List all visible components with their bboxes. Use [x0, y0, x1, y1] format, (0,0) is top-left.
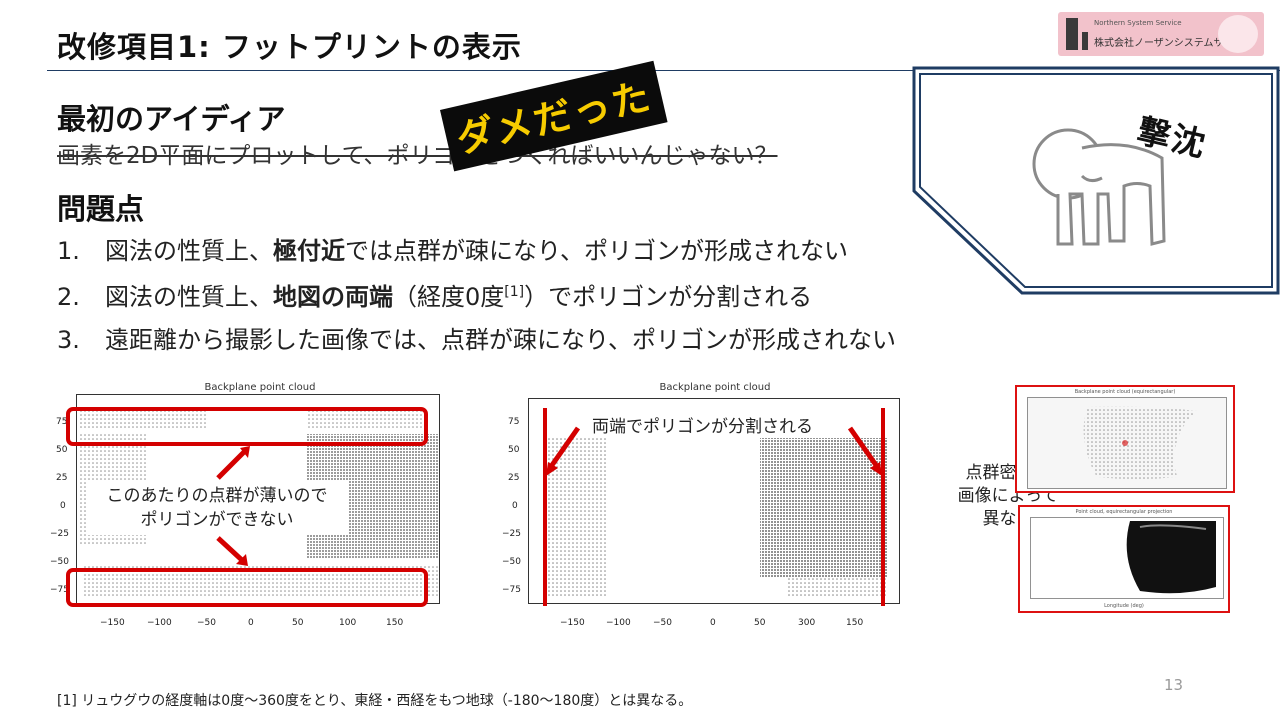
y-tick-label: 75: [508, 417, 520, 427]
problem-text: ）でポリゴンが分割される: [524, 283, 813, 311]
y-tick-label: 0: [512, 501, 518, 511]
problem-text: 遠距離から撮影した画像では、点群が疎になり、ポリゴンが形成されない: [105, 326, 897, 354]
x-tick-label: 100: [339, 618, 357, 628]
page-number: 13: [1164, 676, 1184, 694]
problem-number: 1.: [57, 237, 80, 265]
problem-text: （経度0度: [393, 283, 505, 311]
x-tick-label: 0: [710, 618, 716, 628]
x-tick-label: −50: [197, 618, 216, 628]
y-tick-label: −75: [502, 585, 521, 595]
callout-line: このあたりの点群が薄いので: [106, 486, 328, 506]
y-tick-label: 25: [508, 473, 520, 483]
problem-item-3: 3. 遠距離から撮影した画像では、点群が疎になり、ポリゴンが形成されない: [57, 320, 896, 355]
x-tick-label: 150: [846, 618, 864, 628]
idea-struck-text: 画素を2D平面にプロットして、ポリゴンをつくればいいんじゃない？: [57, 143, 778, 169]
mini-plot-bottom: Point cloud, equirectangular projection …: [1018, 505, 1230, 613]
y-tick-label: −50: [502, 557, 521, 567]
split-polygon-callout: 両端でポリゴンが分割される: [588, 412, 817, 437]
problem-item-1: 1. 図法の性質上、極付近では点群が疎になり、ポリゴンが形成されない: [57, 231, 848, 266]
problem-text: 図法の性質上、: [105, 237, 273, 265]
problem-text: では点群が疎になり、ポリゴンが形成されない: [345, 237, 849, 265]
company-logo: Northern System Service 株式会社ノーザンシステムサービス: [1058, 12, 1264, 56]
x-tick-label: −100: [147, 618, 172, 628]
plot-title: Backplane point cloud: [659, 382, 771, 393]
problem-number: 2.: [57, 283, 80, 311]
problems-heading: 問題点: [57, 192, 145, 226]
x-tick-label: −150: [560, 618, 585, 628]
logo-mark-icon-secondary: [1082, 32, 1088, 50]
problem-item-2: 2. 図法の性質上、地図の両端（経度0度[1]）でポリゴンが分割される: [57, 277, 812, 312]
problem-emphasis: 地図の両端: [273, 283, 393, 311]
x-tick-label: 300: [798, 618, 816, 628]
illustration-panel: [912, 66, 1280, 295]
y-tick-label: −25: [502, 529, 521, 539]
plot-title: Backplane point cloud: [204, 382, 316, 393]
footnote: [1] リュウグウの経度軸は0度〜360度をとり、東経・西経をもつ地球（-180…: [57, 693, 693, 709]
mini-plot-title: Backplane point cloud (equirectangular): [1074, 389, 1176, 395]
callout-line: ポリゴンができない: [140, 510, 294, 530]
problem-text: 図法の性質上、: [105, 283, 273, 311]
logo-subtext: Northern System Service: [1094, 19, 1182, 27]
mascot-icon: [1218, 15, 1258, 53]
slide-title: 改修項目1: フットプリントの表示: [57, 30, 522, 64]
x-tick-label: 0: [248, 618, 254, 628]
mini-plot-title: Point cloud, equirectangular projection: [1075, 509, 1173, 515]
x-tick-label: 50: [754, 618, 766, 628]
idea-heading: 最初のアイディア: [57, 102, 286, 136]
sparse-points-callout: このあたりの点群が薄いので ポリゴンができない: [86, 481, 348, 535]
x-tick-label: 150: [386, 618, 404, 628]
mini-plot-top: Backplane point cloud (equirectangular): [1015, 385, 1235, 493]
mini-plot-xlabel: Longitude (deg): [1104, 603, 1144, 609]
x-tick-label: −100: [606, 618, 631, 628]
x-tick-label: −150: [100, 618, 125, 628]
footnote-ref[interactable]: [1]: [504, 284, 524, 300]
y-tick-label: 50: [508, 445, 520, 455]
mini-plot-area: [1027, 397, 1227, 489]
logo-mark-icon: [1066, 18, 1078, 50]
problem-number: 3.: [57, 326, 80, 354]
problem-emphasis: 極付近: [273, 237, 345, 265]
x-tick-label: −50: [653, 618, 672, 628]
mini-plot-area: [1030, 517, 1224, 599]
x-tick-label: 50: [292, 618, 304, 628]
